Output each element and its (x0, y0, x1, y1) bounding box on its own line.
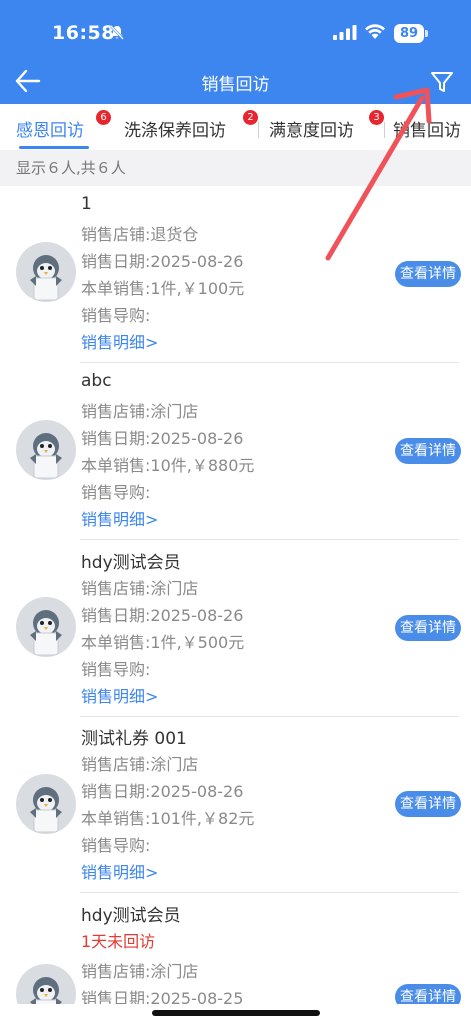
result-summary: 显示６人,共６人 (0, 150, 471, 186)
penguin-avatar-icon (16, 774, 76, 834)
active-tab-underline (19, 146, 89, 149)
tab-sales-visit[interactable]: 销售回访 (393, 116, 461, 141)
sale-store: 销售店铺:涂门店 (81, 579, 199, 598)
sale-date: 销售日期:2025-08-26 (81, 606, 244, 625)
divider (80, 892, 459, 893)
sales-detail-link[interactable]: 销售明细> (81, 506, 158, 530)
tab-badge: 2 (243, 110, 258, 125)
penguin-avatar-icon (16, 242, 76, 302)
filter-icon[interactable] (430, 70, 454, 94)
divider (80, 539, 459, 540)
sale-store: 销售店铺:涂门店 (81, 962, 199, 981)
sale-guide: 销售导购: (81, 306, 151, 325)
view-details-button[interactable]: 查看详情 (395, 791, 461, 817)
sale-guide: 销售导购: (81, 660, 151, 679)
tab-wash-care-visit[interactable]: 洗涤保养回访 (124, 116, 226, 141)
page-title: 销售回访 (201, 75, 270, 95)
sale-amount: 本单销售:101件,￥82元 (81, 809, 255, 828)
sale-amount: 本单销售:10件,￥880元 (81, 456, 255, 475)
tab-gratitude-visit[interactable]: 感恩回访 (16, 116, 84, 141)
sale-date: 销售日期:2025-08-26 (81, 782, 244, 801)
customer-name: hdy测试会员 (81, 906, 181, 926)
divider (80, 362, 459, 363)
customer-name: abc (81, 371, 112, 391)
tab-badge: 3 (369, 110, 384, 125)
sale-date: 销售日期:2025-08-26 (81, 252, 244, 271)
wifi-icon (365, 24, 385, 39)
sales-detail-link[interactable]: 销售明细> (81, 683, 158, 707)
app-header: 16:58 89 销售回访 (0, 0, 471, 104)
overdue-warning: 1天未回访 (81, 932, 156, 951)
status-time: 16:58 (52, 22, 115, 44)
bell-muted-icon (110, 25, 124, 40)
tab-satisfaction-visit[interactable]: 满意度回访 (269, 116, 354, 141)
divider (80, 716, 459, 717)
view-details-button[interactable]: 查看详情 (395, 261, 461, 287)
cellular-signal-icon (333, 25, 357, 40)
customer-name: 1 (81, 194, 92, 214)
tab-divider (258, 122, 259, 138)
tab-badge: 6 (96, 110, 111, 125)
home-indicator[interactable] (152, 1010, 320, 1016)
view-details-button[interactable]: 查看详情 (395, 438, 461, 464)
sale-store: 销售店铺:涂门店 (81, 755, 199, 774)
sale-date: 销售日期:2025-08-26 (81, 429, 244, 448)
sale-amount: 本单销售:1件,￥500元 (81, 633, 245, 652)
sale-guide: 销售导购: (81, 483, 151, 502)
view-details-button[interactable]: 查看详情 (395, 615, 461, 641)
tab-bar: 感恩回访 6 洗涤保养回访 2 满意度回访 3 销售回访 (0, 104, 471, 150)
tab-divider (384, 122, 385, 138)
sale-guide: 销售导购: (81, 836, 151, 855)
customer-name: 测试礼券 001 (81, 729, 187, 749)
battery-tip (425, 30, 428, 37)
battery-indicator: 89 (394, 24, 424, 43)
sale-amount: 本单销售:1件,￥100元 (81, 279, 245, 298)
sale-store: 销售店铺:涂门店 (81, 402, 199, 421)
customer-name: hdy测试会员 (81, 553, 181, 573)
sales-detail-link[interactable]: 销售明细> (81, 329, 158, 353)
penguin-avatar-icon (16, 420, 76, 480)
sales-detail-link[interactable]: 销售明细> (81, 859, 158, 883)
sale-store: 销售店铺:退货仓 (81, 225, 199, 244)
penguin-avatar-icon (16, 597, 76, 657)
